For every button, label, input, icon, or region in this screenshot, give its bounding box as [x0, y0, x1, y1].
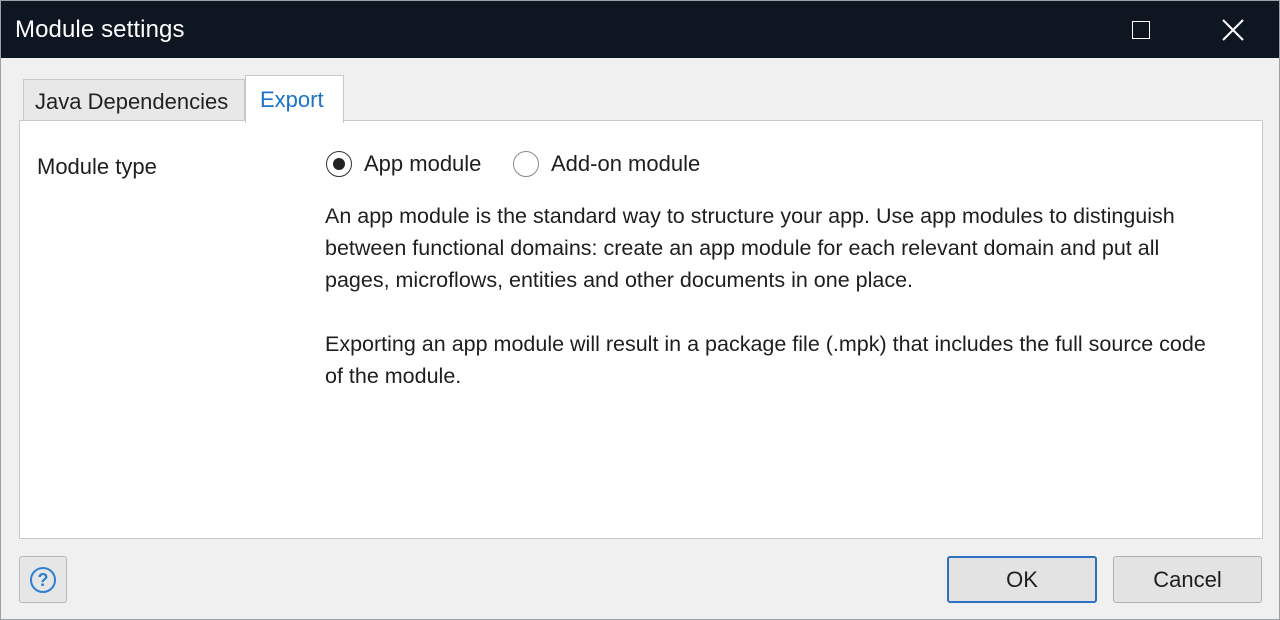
tab-export-label: Export [260, 87, 324, 112]
tab-export[interactable]: Export [245, 75, 344, 123]
ok-button[interactable]: OK [947, 556, 1097, 603]
app-module-radio-label: App module [364, 151, 482, 176]
maximize-button[interactable] [1111, 1, 1171, 58]
maximize-icon [1132, 20, 1150, 39]
dialog-title: Module settings [15, 16, 185, 43]
help-button[interactable]: ? [19, 556, 67, 603]
add-on-module-radio-label: Add-on module [551, 151, 701, 176]
radio-checked-icon [326, 151, 352, 177]
module-description: An app module is the standard way to str… [325, 204, 1175, 292]
app-module-radio[interactable]: App module [326, 151, 481, 177]
add-on-module-radio[interactable]: Add-on module [513, 151, 700, 177]
export-panel: Module type App module Add-on module An … [19, 120, 1263, 539]
export-description: Exporting an app module will result in a… [325, 332, 1206, 388]
module-type-label: Module type [37, 154, 157, 179]
tab-java-dependencies-label: Java Dependencies [35, 89, 229, 114]
close-button[interactable] [1203, 1, 1263, 58]
close-icon [1222, 18, 1244, 41]
radio-unchecked-icon [513, 151, 539, 177]
cancel-button[interactable]: Cancel [1113, 556, 1262, 603]
title-bar[interactable]: Module settings [1, 1, 1279, 58]
tab-java-dependencies[interactable]: Java Dependencies [23, 79, 245, 121]
help-icon: ? [30, 566, 56, 593]
module-settings-dialog: Module settings Java Dependencies Export… [0, 0, 1280, 620]
